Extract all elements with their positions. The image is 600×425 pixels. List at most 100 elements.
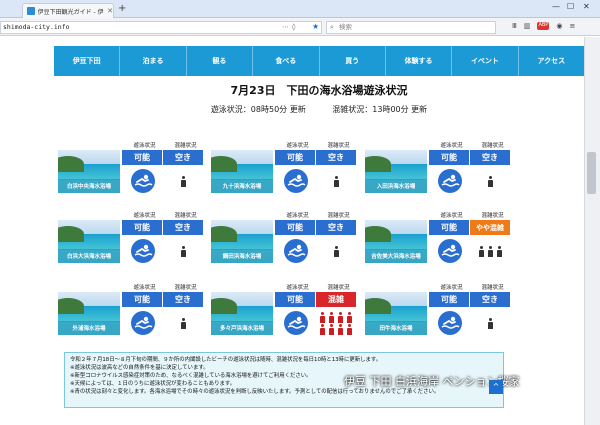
person-icon <box>333 246 339 257</box>
beach-card[interactable]: 遊泳状況 混雑状況 入田浜海水浴場 可能 空き <box>365 141 511 209</box>
crowd-column-header: 混雑状況 <box>481 213 504 219</box>
page-title: 7月23日 下田の海水浴場遊泳状況 <box>230 84 408 97</box>
crowd-level-icons <box>470 238 510 265</box>
beach-name: 白浜中央海水浴場 <box>58 179 120 193</box>
person-icon <box>180 318 186 329</box>
crowd-status-badge: 空き <box>316 150 356 165</box>
swim-column-header: 遊泳状況 <box>286 285 309 291</box>
person-icon <box>487 246 493 257</box>
crowd-status-badge: 空き <box>470 292 510 307</box>
notice-line: 令和２年７月18日〜８月下旬の期間、９か所の内閣設したビーチの遊泳状況は随時、混… <box>70 357 382 363</box>
beach-name: 多々戸浜海水浴場 <box>211 321 273 335</box>
person-icon <box>180 246 186 257</box>
close-tab-icon[interactable]: ✕ <box>107 7 113 15</box>
person-icon <box>478 246 484 257</box>
crowd-status-badge: 空き <box>163 220 203 235</box>
swim-column-header: 遊泳状況 <box>286 143 309 149</box>
crowd-level-icons <box>316 310 356 337</box>
search-field[interactable]: ⌕ 検索 <box>326 21 496 34</box>
browser-tab[interactable]: 伊豆下田観光ガイド - 伊豆下田のビー ✕ <box>22 3 114 18</box>
library-icon[interactable]: Ⅲ <box>512 22 517 30</box>
crowd-column-header: 混雑状況 <box>174 285 197 291</box>
nav-item-see[interactable]: 観る <box>187 46 254 76</box>
person-icon <box>496 246 502 257</box>
search-placeholder: 検索 <box>339 23 352 31</box>
crowd-update-time: 混雑状況：13時00分 更新 <box>332 105 428 114</box>
swimmer-icon <box>438 239 462 263</box>
person-icon <box>347 312 352 323</box>
beach-card[interactable]: 遊泳状況 混雑状況 田牛海水浴場 可能 空き <box>365 283 511 351</box>
swimmer-icon <box>438 311 462 335</box>
browser-tabbar: 伊豆下田観光ガイド - 伊豆下田のビー ✕ + — ☐ ✕ <box>0 0 600 18</box>
person-icon <box>180 176 186 187</box>
person-icon <box>329 324 334 335</box>
crowd-status-badge: 空き <box>470 150 510 165</box>
swimmer-icon <box>131 311 155 335</box>
crowd-level-icons <box>470 310 510 337</box>
beach-card[interactable]: 遊泳状況 混雑状況 白浜中央海水浴場 可能 空き <box>58 141 204 209</box>
person-icon <box>320 324 325 335</box>
beach-name: 吉佐美大浜海水浴場 <box>365 249 427 263</box>
url-bar[interactable]: shimoda-city.info <box>0 21 322 34</box>
beach-name: 外浦海水浴場 <box>58 321 120 335</box>
crowd-level-icons <box>163 168 203 195</box>
swim-status-badge: 可能 <box>122 150 162 165</box>
beach-card[interactable]: 遊泳状況 混雑状況 外浦海水浴場 可能 空き <box>58 283 204 351</box>
nav-item-experience[interactable]: 体験する <box>386 46 453 76</box>
beach-name: 九十浜海水浴場 <box>211 179 273 193</box>
swim-column-header: 遊泳状況 <box>440 143 463 149</box>
crowd-level-icons <box>163 310 203 337</box>
nav-item-access[interactable]: アクセス <box>519 46 584 76</box>
menu-icon[interactable]: ≡ <box>569 22 575 30</box>
nav-item-eat[interactable]: 食べる <box>253 46 320 76</box>
beach-card[interactable]: 遊泳状況 混雑状況 九十浜海水浴場 可能 空き <box>211 141 357 209</box>
browser-toolbar: shimoda-city.info ⋯◊ ★ ⌕ 検索 Ⅲ ▥ ABP ◉ ≡ <box>0 18 600 36</box>
swimmer-icon <box>284 311 308 335</box>
crowd-status-badge: 空き <box>316 220 356 235</box>
crowd-status-badge: やや混雑 <box>470 220 510 235</box>
sidebar-icon[interactable]: ▥ <box>524 22 531 30</box>
person-icon <box>333 176 339 187</box>
swim-status-badge: 可能 <box>275 292 315 307</box>
person-icon <box>338 312 343 323</box>
beach-name: 白浜大浜海水浴場 <box>58 249 120 263</box>
beach-card[interactable]: 遊泳状況 混雑状況 鍋田浜海水浴場 可能 空き <box>211 211 357 279</box>
person-icon <box>329 312 334 323</box>
crowd-column-header: 混雑状況 <box>327 213 350 219</box>
more-icon[interactable]: ⋯ <box>282 23 292 31</box>
nav-item-stay[interactable]: 泊まる <box>120 46 187 76</box>
back-to-top-button[interactable]: ^ <box>489 380 503 394</box>
new-tab-icon[interactable]: + <box>118 3 126 14</box>
maximize-icon[interactable]: ☐ <box>567 2 574 11</box>
beach-name: 鍋田浜海水浴場 <box>211 249 273 263</box>
crowd-column-header: 混雑状況 <box>481 285 504 291</box>
beach-card[interactable]: 遊泳状況 混雑状況 白浜大浜海水浴場 可能 空き <box>58 211 204 279</box>
scrollbar[interactable] <box>584 37 600 425</box>
swim-status-badge: 可能 <box>122 292 162 307</box>
notice-line: ※青の状況は刻々と変化します。各海水浴場でその時々の遊泳状況を判断し反映いたしま… <box>70 389 440 395</box>
adblock-icon[interactable]: ABP <box>537 22 550 30</box>
search-icon: ⌕ <box>330 23 334 31</box>
swim-status-badge: 可能 <box>429 292 469 307</box>
beach-card[interactable]: 遊泳状況 混雑状況 多々戸浜海水浴場 可能 混雑 <box>211 283 357 351</box>
nav-item-event[interactable]: イベント <box>452 46 519 76</box>
pocket-icon[interactable]: ◊ <box>292 23 298 31</box>
scrollbar-thumb[interactable] <box>587 152 596 194</box>
nav-item-izushimoda[interactable]: 伊豆下田 <box>54 46 121 76</box>
nav-item-buy[interactable]: 買う <box>320 46 386 76</box>
swim-status-badge: 可能 <box>122 220 162 235</box>
person-icon <box>487 176 493 187</box>
swim-column-header: 遊泳状況 <box>440 213 463 219</box>
crowd-column-header: 混雑状況 <box>327 285 350 291</box>
minimize-icon[interactable]: — <box>552 2 560 11</box>
toolbar-icons: Ⅲ ▥ ABP ◉ ≡ <box>512 22 575 30</box>
crowd-level-icons <box>470 168 510 195</box>
beach-card[interactable]: 遊泳状況 混雑状況 吉佐美大浜海水浴場 可能 やや混雑 <box>365 211 511 279</box>
crowd-level-icons <box>316 168 356 195</box>
window-close-icon[interactable]: ✕ <box>583 2 590 11</box>
crowd-status-badge: 空き <box>163 292 203 307</box>
crowd-column-header: 混雑状況 <box>174 213 197 219</box>
crowd-column-header: 混雑状況 <box>174 143 197 149</box>
bookmark-star-icon[interactable]: ★ <box>312 22 319 31</box>
account-icon[interactable]: ◉ <box>556 22 562 30</box>
